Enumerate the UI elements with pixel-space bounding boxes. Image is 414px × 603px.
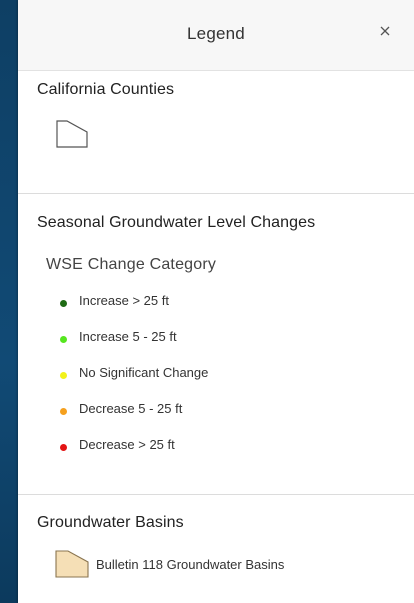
legend-panel: Legend California Counties Seasonal Grou… xyxy=(18,0,414,603)
category-label: Increase > 25 ft xyxy=(79,293,169,308)
layer-california-counties: California Counties xyxy=(18,71,414,194)
basin-label: Bulletin 118 Groundwater Basins xyxy=(96,557,285,572)
basin-symbol xyxy=(54,549,92,584)
category-dot-icon xyxy=(60,300,67,307)
category-dot-icon xyxy=(60,372,67,379)
category-label: No Significant Change xyxy=(79,365,209,380)
county-symbol xyxy=(55,119,91,154)
layer-title: Seasonal Groundwater Level Changes xyxy=(37,214,316,231)
category-label: Decrease 5 - 25 ft xyxy=(79,401,183,416)
polygon-outline-icon xyxy=(56,120,88,148)
close-icon xyxy=(380,26,390,36)
category-label: Increase 5 - 25 ft xyxy=(79,329,177,344)
layer-title: California Counties xyxy=(37,81,175,98)
category-label: Decrease > 25 ft xyxy=(79,437,175,452)
category-dot-icon xyxy=(60,336,67,343)
category-dot-icon xyxy=(60,408,67,415)
close-button[interactable] xyxy=(374,20,396,42)
layer-groundwater-basins: Groundwater Basins Bulletin 118 Groundwa… xyxy=(18,495,414,603)
layer-title: Groundwater Basins xyxy=(37,514,184,531)
map-background xyxy=(0,0,18,603)
category-dot-icon xyxy=(60,444,67,451)
field-label: WSE Change Category xyxy=(46,256,217,273)
legend-header: Legend xyxy=(18,0,414,71)
polygon-fill-icon xyxy=(55,550,89,578)
layer-seasonal-groundwater: Seasonal Groundwater Level Changes WSE C… xyxy=(18,194,414,495)
legend-title: Legend xyxy=(187,24,245,43)
